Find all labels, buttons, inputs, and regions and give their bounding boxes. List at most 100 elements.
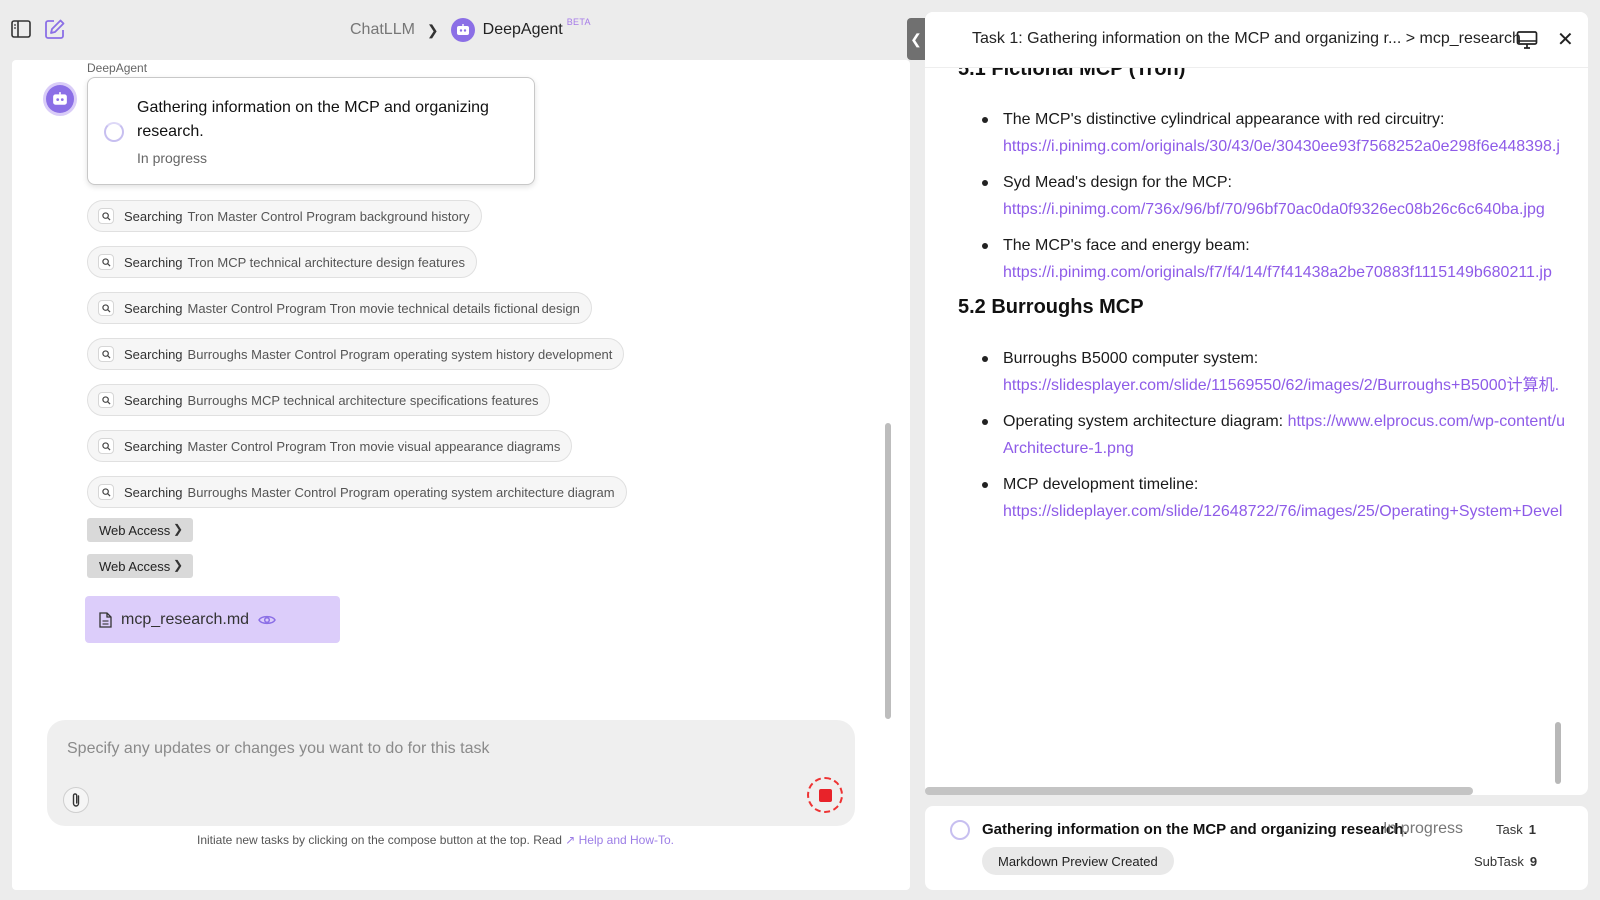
task-status-bar: Gathering information on the MCP and org… xyxy=(925,806,1588,890)
status-progress: In progress xyxy=(1383,820,1464,837)
beta-badge: BETA xyxy=(566,17,591,27)
progress-spinner-icon xyxy=(104,122,124,142)
section-heading: 5.2 Burroughs MCP xyxy=(958,296,1144,318)
close-icon[interactable]: ✕ xyxy=(1557,27,1574,52)
preview-header: Task 1: Gathering information on the MCP… xyxy=(925,12,1588,68)
search-pill[interactable]: Searching Burroughs Master Control Progra… xyxy=(87,338,625,370)
chevron-right-icon: ❯ xyxy=(172,522,183,536)
search-pill[interactable]: Searching Master Control Program Tron mov… xyxy=(87,430,573,462)
image-link[interactable]: https://i.pinimg.com/originals/30/43/0e/… xyxy=(1003,133,1560,160)
task-title: Gathering information on the MCP and org… xyxy=(137,99,489,140)
image-link[interactable]: https://i.pinimg.com/736x/96/bf/70/96bf7… xyxy=(1003,196,1560,223)
top-bar: ChatLLM ❯ DeepAgent BETA xyxy=(0,0,920,60)
item-text: Operating system architecture diagram: xyxy=(1003,413,1288,430)
status-badge[interactable]: Markdown Preview Created xyxy=(982,847,1174,875)
list-item: Operating system architecture diagram: h… xyxy=(958,408,1565,462)
search-icon xyxy=(98,438,114,454)
list-item: The MCP's distinctive cylindrical appear… xyxy=(958,106,1560,160)
web-access-button[interactable]: Web Access ❯ xyxy=(87,554,193,578)
collapse-panel-button[interactable]: ❮ xyxy=(907,18,925,60)
external-link-icon: ↗ xyxy=(565,833,576,847)
search-verb: Searching xyxy=(124,300,183,316)
chat-panel: DeepAgent Gathering information on the M… xyxy=(12,60,910,890)
help-link[interactable]: ↗ Help and How-To. xyxy=(565,833,674,847)
list-item: MCP development timeline: https://slidepl… xyxy=(958,471,1565,525)
message-composer[interactable]: Specify any updates or changes you want … xyxy=(47,720,855,826)
monitor-icon[interactable] xyxy=(1516,30,1538,55)
search-query: Burroughs MCP technical architecture spe… xyxy=(187,392,539,408)
breadcrumb: ChatLLM ❯ DeepAgent BETA xyxy=(350,17,591,42)
preview-horizontal-scrollbar[interactable] xyxy=(925,787,1473,795)
item-text: MCP development timeline: xyxy=(1003,476,1199,493)
agent-label: DeepAgent xyxy=(87,61,148,75)
footer-text: Initiate new tasks by clicking on the co… xyxy=(197,833,562,847)
search-query: Master Control Program Tron movie visual… xyxy=(187,438,561,454)
item-text: Burroughs B5000 computer system: xyxy=(1003,350,1259,367)
search-icon xyxy=(98,300,114,316)
search-icon xyxy=(98,392,114,408)
sidebar-toggle-icon[interactable] xyxy=(10,18,32,40)
section2-list: Burroughs B5000 computer system: https://… xyxy=(958,345,1565,525)
stop-button[interactable] xyxy=(807,777,843,813)
image-link[interactable]: https://i.pinimg.com/originals/f7/f4/14/… xyxy=(1003,259,1560,286)
preview-vertical-scrollbar[interactable] xyxy=(1555,722,1561,784)
chat-scrollbar[interactable] xyxy=(885,423,891,719)
search-query: Burroughs Master Control Program operati… xyxy=(187,484,615,500)
paperclip-icon[interactable] xyxy=(63,787,89,813)
search-pill[interactable]: Searching Master Control Program Tron mov… xyxy=(87,292,592,324)
subtask-counter: SubTask 9 xyxy=(1474,854,1537,869)
search-verb: Searching xyxy=(124,392,183,408)
web-access-button[interactable]: Web Access ❯ xyxy=(87,518,193,542)
eye-icon[interactable] xyxy=(258,614,276,626)
breadcrumb-app[interactable]: ChatLLM xyxy=(350,21,415,39)
task-card[interactable]: Gathering information on the MCP and org… xyxy=(87,77,535,185)
search-icon xyxy=(98,254,114,270)
search-pill[interactable]: Searching Tron Master Control Program bac… xyxy=(87,200,482,232)
list-item: The MCP's face and energy beam: https://i… xyxy=(958,232,1560,286)
image-link[interactable]: https://slideplayer.com/slide/12648722/7… xyxy=(1003,498,1565,525)
image-link-continued[interactable]: Architecture-1.png xyxy=(1003,435,1565,462)
search-verb: Searching xyxy=(124,438,183,454)
preview-title: Task 1: Gathering information on the MCP… xyxy=(972,30,1521,47)
search-verb: Searching xyxy=(124,208,183,224)
search-query: Master Control Program Tron movie techni… xyxy=(187,300,580,316)
task-label: Task xyxy=(1496,822,1523,837)
document-icon xyxy=(99,611,112,628)
item-text: Syd Mead's design for the MCP: xyxy=(1003,174,1232,191)
image-link[interactable]: https://slidesplayer.com/slide/11569550/… xyxy=(1003,372,1565,399)
composer-placeholder[interactable]: Specify any updates or changes you want … xyxy=(67,740,489,758)
status-title: Gathering information on the MCP and org… xyxy=(982,821,1408,838)
search-list: Searching Tron Master Control Program bac… xyxy=(87,200,627,522)
search-query: Tron MCP technical architecture design f… xyxy=(187,254,466,270)
search-icon xyxy=(98,208,114,224)
task-status: In progress xyxy=(137,150,208,166)
breadcrumb-agent[interactable]: DeepAgent xyxy=(483,21,563,39)
help-footer: Initiate new tasks by clicking on the co… xyxy=(197,833,674,847)
search-verb: Searching xyxy=(124,484,183,500)
search-pill[interactable]: Searching Burroughs Master Control Progra… xyxy=(87,476,627,508)
preview-panel: 5.1 Fictional MCP (Tron) The MCP's disti… xyxy=(925,12,1588,795)
search-icon xyxy=(98,484,114,500)
chevron-right-icon: ❯ xyxy=(426,21,439,38)
section1-list: The MCP's distinctive cylindrical appear… xyxy=(958,106,1560,286)
file-attachment[interactable]: mcp_research.md xyxy=(85,596,340,643)
list-item: Burroughs B5000 computer system: https://… xyxy=(958,345,1565,399)
file-name: mcp_research.md xyxy=(121,610,250,628)
help-link-label: Help and How-To. xyxy=(578,833,675,847)
search-query: Tron Master Control Program background h… xyxy=(187,208,470,224)
web-access-label: Web Access xyxy=(99,522,171,538)
search-query: Burroughs Master Control Program operati… xyxy=(187,346,613,362)
search-pill[interactable]: Searching Tron MCP technical architecture… xyxy=(87,246,478,278)
item-text: The MCP's face and energy beam: xyxy=(1003,237,1250,254)
list-item: Syd Mead's design for the MCP: https://i.… xyxy=(958,169,1560,223)
robot-icon xyxy=(450,18,475,42)
search-pill[interactable]: Searching Burroughs MCP technical archite… xyxy=(87,384,551,416)
chevron-left-icon: ❮ xyxy=(910,30,922,47)
subtask-label: SubTask xyxy=(1474,854,1524,869)
image-link[interactable]: https://www.elprocus.com/wp-content/u xyxy=(1288,413,1565,430)
web-access-label: Web Access xyxy=(99,558,171,574)
progress-ring-icon xyxy=(950,820,970,840)
search-verb: Searching xyxy=(124,346,183,362)
search-icon xyxy=(98,346,114,362)
compose-icon[interactable] xyxy=(44,18,66,40)
